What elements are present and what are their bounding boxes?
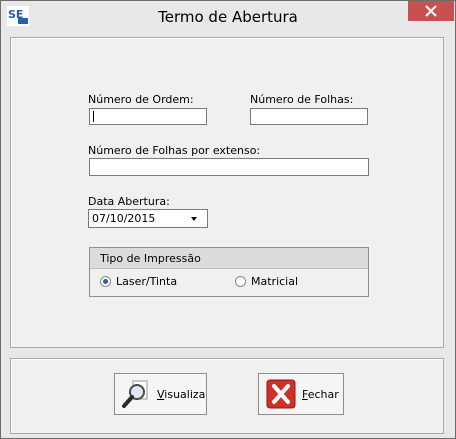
close-icon	[425, 5, 437, 17]
group-title: Tipo de Impressão	[100, 252, 201, 265]
folhas-extenso-label: Número de Folhas por extenso:	[88, 144, 261, 157]
numero-ordem-label: Número de Ordem:	[88, 93, 194, 106]
fechar-button[interactable]: Fechar	[258, 373, 344, 415]
magnifier-icon	[122, 380, 148, 408]
fechar-label: Fechar	[302, 388, 339, 401]
radio-label-matricial[interactable]: Matricial	[251, 275, 298, 288]
title-bar[interactable]: SE Termo de Abertura	[1, 1, 455, 32]
radio-matricial[interactable]	[235, 276, 246, 287]
dialog-window: SE Termo de Abertura Número de Ordem: Nú…	[0, 0, 456, 439]
radio-selected-dot	[103, 279, 108, 284]
data-abertura-value: 07/10/2015	[92, 212, 156, 225]
visualiza-label: Visualiza	[157, 388, 206, 401]
close-button[interactable]	[408, 1, 454, 21]
data-abertura-picker[interactable]: 07/10/2015	[88, 209, 208, 228]
group-header: Tipo de Impressão	[90, 248, 368, 269]
radio-laser-tinta[interactable]	[100, 276, 111, 287]
chevron-down-icon[interactable]	[191, 217, 197, 221]
tipo-impressao-group: Tipo de Impressão Laser/Tinta Matricial	[89, 247, 369, 297]
button-panel	[10, 358, 444, 434]
numero-folhas-input[interactable]	[250, 108, 368, 125]
red-x-icon	[266, 379, 296, 409]
numero-folhas-label: Número de Folhas:	[250, 93, 354, 106]
data-abertura-label: Data Abertura:	[88, 195, 170, 208]
form-panel	[10, 37, 444, 348]
numero-ordem-input[interactable]	[89, 108, 207, 125]
folhas-extenso-input[interactable]	[89, 158, 369, 176]
radio-label-laser-tinta[interactable]: Laser/Tinta	[116, 275, 177, 288]
window-title: Termo de Abertura	[158, 8, 298, 26]
visualiza-button[interactable]: Visualiza	[114, 373, 207, 415]
text-caret	[93, 111, 94, 122]
